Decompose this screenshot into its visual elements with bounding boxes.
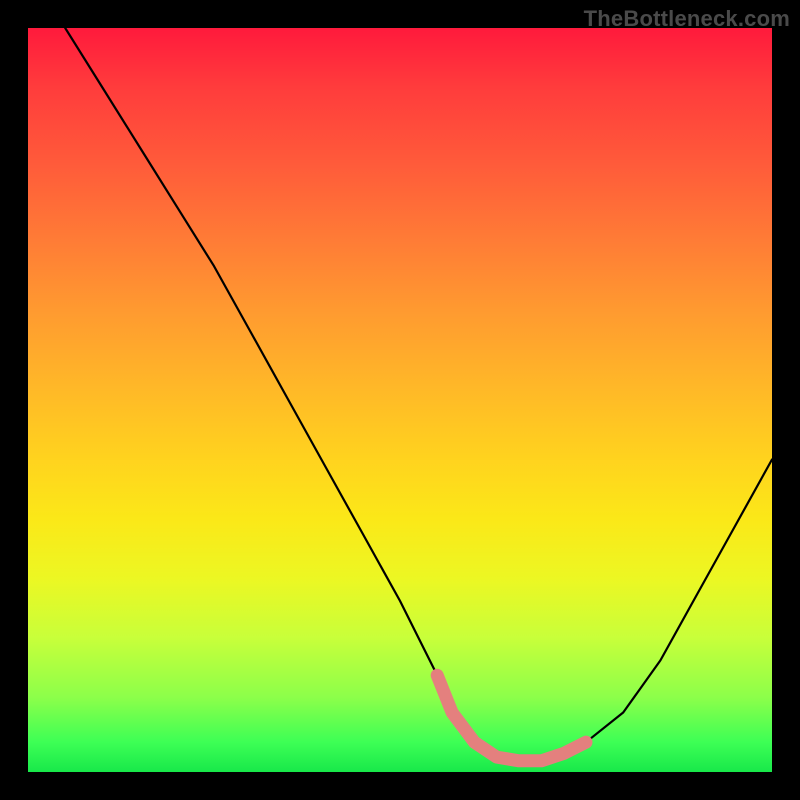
curve-layer xyxy=(28,28,772,772)
bottleneck-curve xyxy=(65,28,772,761)
chart-frame: TheBottleneck.com xyxy=(0,0,800,800)
optimal-band xyxy=(437,675,586,761)
watermark-text: TheBottleneck.com xyxy=(584,6,790,32)
plot-area xyxy=(28,28,772,772)
